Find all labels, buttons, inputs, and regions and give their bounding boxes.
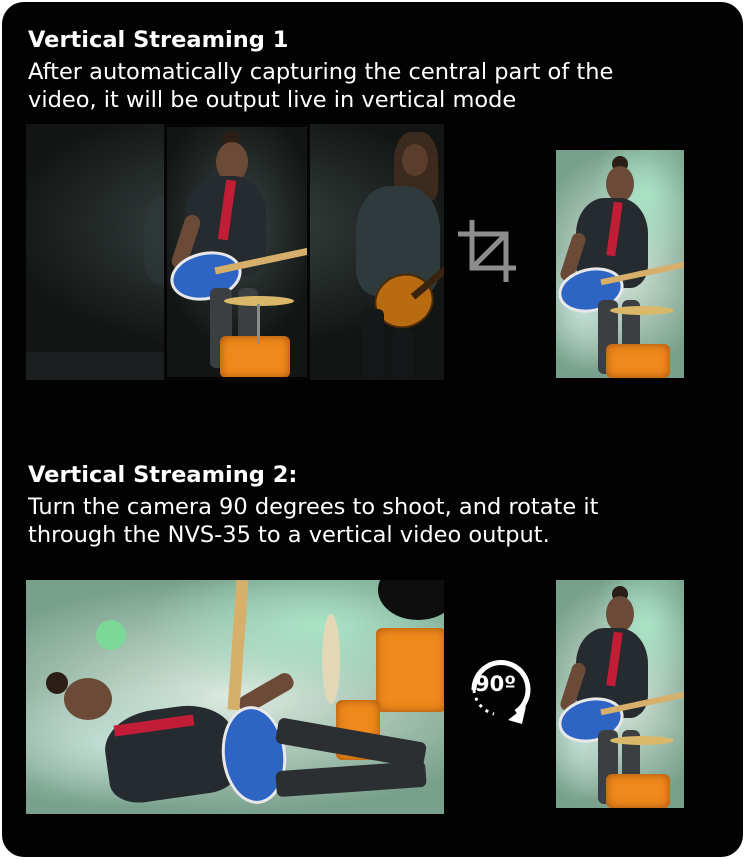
section2-description-line2: through the NVS-35 to a vertical video o… [28,522,550,548]
section2-title: Vertical Streaming 2: [28,462,298,488]
vertical-output-photo-1 [556,150,684,378]
section2-description-line1: Turn the camera 90 degrees to shoot, and… [28,494,599,520]
rotate-degrees-label: 90º [475,672,517,696]
source-wide-photo [26,124,444,380]
section1-description-line1: After automatically capturing the centra… [28,59,614,85]
rotated-source-photo [26,580,444,814]
vertical-output-photo-2 [556,580,684,808]
info-panel: Vertical Streaming 1 After automatically… [2,2,743,857]
section1-description-line2: video, it will be output live in vertica… [28,87,517,113]
crop-icon [456,218,522,284]
crop-frame-outline [164,124,310,380]
section1-title: Vertical Streaming 1 [28,27,289,53]
